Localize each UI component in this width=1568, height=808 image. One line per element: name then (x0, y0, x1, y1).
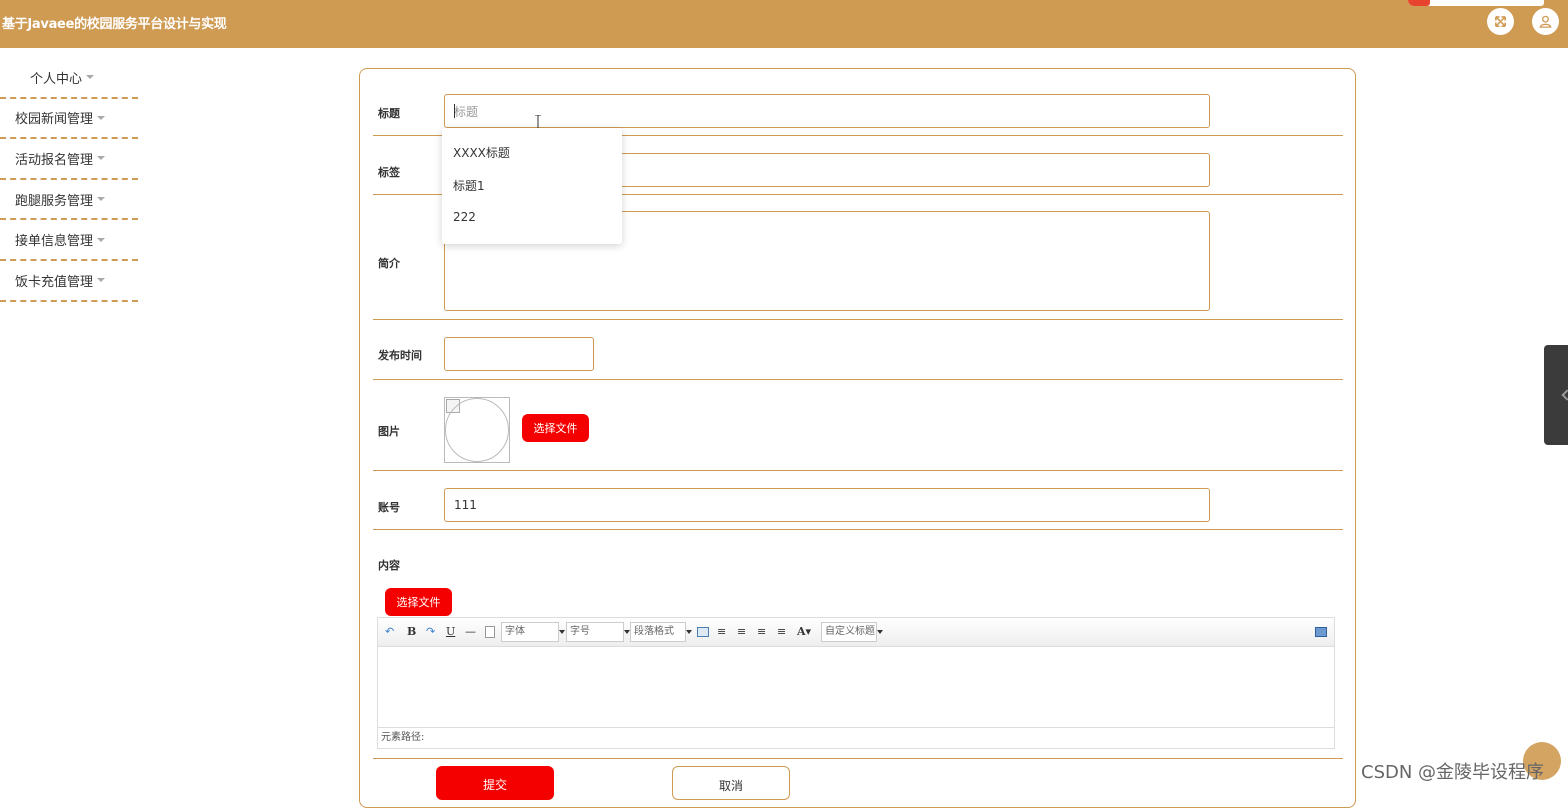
cancel-button[interactable]: 取消 (672, 766, 790, 800)
account-row: 账号 111 (373, 471, 1343, 530)
bold-icon[interactable]: B (407, 625, 416, 639)
sidebar-item-personal-center[interactable]: 个人中心 (0, 58, 138, 99)
image-preview (444, 397, 510, 463)
fullscreen-icon (1495, 16, 1506, 27)
sidebar-item-activity-signup[interactable]: 活动报名管理 (0, 139, 138, 180)
image-choose-file-button[interactable]: 选择文件 (522, 414, 589, 442)
font-select[interactable]: 字体 (501, 622, 565, 642)
dropdown-arrow-icon (686, 630, 692, 634)
title-placeholder: 标题 (454, 104, 479, 119)
sidebar-item-campus-news[interactable]: 校园新闻管理 (0, 99, 138, 140)
sidebar-item-label: 活动报名管理 (15, 152, 94, 168)
align-center-icon[interactable]: ≡ (757, 625, 766, 639)
horizontal-rule-icon[interactable]: — (465, 625, 476, 639)
sidebar-item-label: 接单信息管理 (15, 234, 94, 250)
watermark: CSDN @金陵毕设程序 (1361, 762, 1545, 783)
title-input[interactable]: 标题 (444, 94, 1210, 128)
publish-time-input[interactable] (444, 337, 594, 371)
justify-icon[interactable]: ≡ (777, 625, 786, 639)
redo-icon[interactable]: ↷ (426, 625, 435, 639)
side-panel-handle[interactable] (1544, 345, 1568, 445)
sidebar-item-meal-card-recharge[interactable]: 饭卡充值管理 (0, 261, 138, 302)
font-select-value: 字体 (505, 626, 525, 637)
chevron-down-icon (97, 156, 106, 161)
sidebar-item-label: 饭卡充值管理 (15, 274, 94, 290)
size-select-value: 字号 (570, 626, 590, 637)
suggestion-item[interactable]: 标题1 (453, 177, 485, 194)
new-doc-icon[interactable] (485, 626, 495, 638)
submit-button[interactable]: 提交 (436, 766, 554, 800)
dropdown-arrow-icon (877, 630, 883, 634)
font-color-icon[interactable]: A▾ (797, 625, 811, 639)
sidebar-item-errand-service[interactable]: 跑腿服务管理 (0, 180, 138, 221)
sidebar-item-label: 校园新闻管理 (15, 112, 94, 128)
sidebar-item-label: 跑腿服务管理 (15, 193, 94, 209)
image-circle (445, 398, 509, 462)
chevron-down-icon (97, 237, 106, 242)
image-label: 图片 (378, 425, 400, 438)
custom-title-select-value: 自定义标题 (825, 626, 875, 637)
editor-toolbar: ↶ B ↷ U — 字体 字号 段落格式 ≡ ≡ ≡ ≡ A▾ 自定义标题 (378, 618, 1334, 647)
app-title: 基于Javaee的校园服务平台设计与实现 (2, 17, 227, 32)
corner-badge (1408, 0, 1544, 6)
chevron-down-icon (97, 278, 106, 283)
intro-label: 简介 (378, 257, 400, 270)
title-row: 标题 标题 (373, 69, 1343, 136)
user-icon (1539, 15, 1552, 28)
sidebar: 个人中心 校园新闻管理 活动报名管理 跑腿服务管理 接单信息管理 饭卡充值管理 (0, 58, 138, 302)
publish-time-label: 发布时间 (378, 349, 422, 362)
content-label: 内容 (378, 559, 400, 572)
image-row: 图片 选择文件 (373, 380, 1343, 471)
table-icon[interactable] (697, 627, 709, 637)
custom-title-select[interactable]: 自定义标题 (821, 622, 883, 642)
tag-label: 标签 (378, 166, 400, 179)
top-header: 基于Javaee的校园服务平台设计与实现 (0, 0, 1568, 48)
suggestion-item[interactable]: 222 (453, 210, 476, 224)
underline-icon[interactable]: U (446, 625, 455, 639)
user-button[interactable] (1532, 8, 1559, 35)
size-select[interactable]: 字号 (566, 622, 630, 642)
publish-time-row: 发布时间 (373, 320, 1343, 380)
account-input[interactable]: 111 (444, 488, 1210, 522)
account-label: 账号 (378, 501, 400, 514)
editor-element-path: 元素路径: (378, 727, 1334, 748)
chevron-down-icon (86, 75, 95, 80)
text-cursor-icon (535, 115, 541, 129)
title-suggestions-dropdown: XXXX标题 标题1 222 (442, 128, 622, 244)
sidebar-item-order-info[interactable]: 接单信息管理 (0, 220, 138, 261)
rich-text-editor: ↶ B ↷ U — 字体 字号 段落格式 ≡ ≡ ≡ ≡ A▾ 自定义标题 元素… (377, 617, 1335, 749)
paragraph-select[interactable]: 段落格式 (630, 622, 692, 642)
editor-content-area[interactable] (378, 647, 1334, 727)
sidebar-item-label: 个人中心 (30, 71, 83, 87)
suggestion-item[interactable]: XXXX标题 (453, 144, 510, 161)
paragraph-select-value: 段落格式 (634, 626, 674, 637)
fullscreen-button[interactable] (1487, 8, 1514, 35)
chevron-down-icon (97, 115, 106, 120)
input-caret (454, 104, 455, 118)
align-right-icon[interactable]: ≡ (737, 625, 746, 639)
chevron-down-icon (97, 197, 106, 202)
preview-icon[interactable] (1315, 627, 1327, 637)
content-choose-file-button[interactable]: 选择文件 (385, 588, 452, 616)
dropdown-arrow-icon (559, 630, 565, 634)
undo-icon[interactable]: ↶ (385, 625, 394, 639)
align-left-icon[interactable]: ≡ (717, 625, 726, 639)
title-label: 标题 (378, 107, 400, 120)
